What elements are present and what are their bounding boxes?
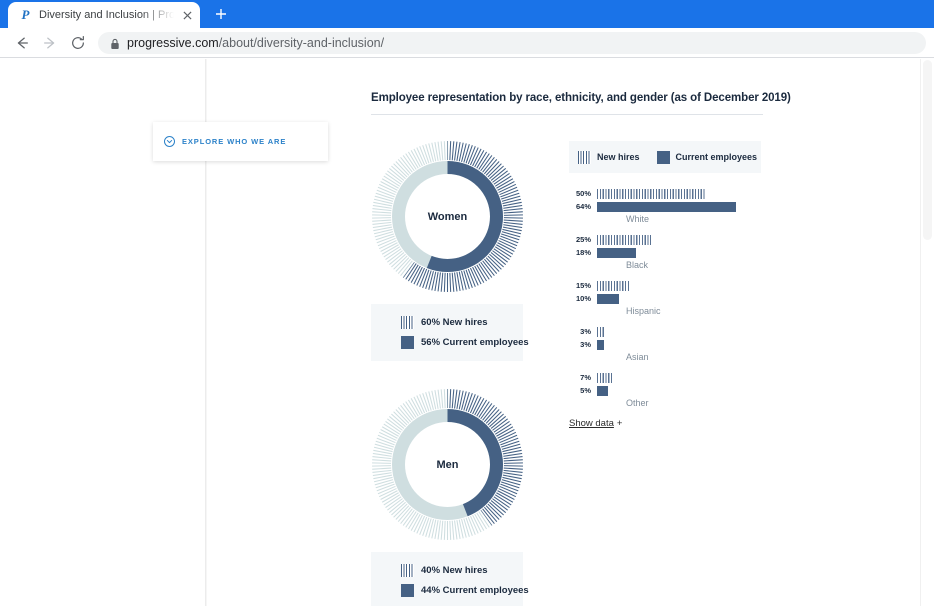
url-domain: progressive.com bbox=[127, 35, 219, 50]
chart-section: Employee representation by race, ethnici… bbox=[371, 92, 791, 606]
donut-column: Women 60% New hires 56% Current employee… bbox=[371, 140, 529, 606]
legend-item-current-employees: Current employees bbox=[656, 150, 758, 164]
browser-tab[interactable]: P Diversity and Inclusion | Progressive bbox=[8, 2, 200, 28]
bar-line: 50% bbox=[569, 188, 764, 199]
close-icon[interactable] bbox=[180, 8, 194, 22]
bar-line: 64% bbox=[569, 201, 764, 212]
donut-legend-women: 60% New hires 56% Current employees bbox=[371, 304, 529, 361]
tab-strip: P Diversity and Inclusion | Progressive bbox=[0, 0, 934, 28]
striped-swatch-icon bbox=[401, 316, 414, 329]
bar-fill-new-hires bbox=[597, 280, 630, 291]
bar-group: 3% 3% Asian bbox=[569, 326, 764, 362]
url-text: progressive.com/about/diversity-and-incl… bbox=[127, 36, 384, 50]
bar-line: 7% bbox=[569, 372, 764, 383]
plus-icon: + bbox=[616, 418, 623, 429]
donut-label-women: Women bbox=[427, 210, 468, 223]
chevron-down-circle-icon bbox=[164, 136, 175, 147]
bar-value-label: 15% bbox=[575, 281, 591, 290]
show-data-link[interactable]: Show data + bbox=[569, 418, 764, 429]
explore-who-we-are-card[interactable]: EXPLORE WHO WE ARE bbox=[153, 122, 328, 161]
donut-label-men: Men bbox=[436, 458, 459, 471]
bar-line: 3% bbox=[569, 326, 764, 337]
page-title: Employee representation by race, ethnici… bbox=[371, 92, 791, 104]
back-arrow-icon[interactable] bbox=[8, 29, 36, 57]
new-tab-button[interactable] bbox=[208, 1, 234, 27]
donut-legend-men: 40% New hires 44% Current employees bbox=[371, 552, 529, 606]
bar-fill-current-employees bbox=[597, 339, 604, 350]
forward-arrow-icon[interactable] bbox=[36, 29, 64, 57]
bar-value-label: 64% bbox=[575, 202, 591, 211]
url-path: /about/diversity-and-inclusion/ bbox=[218, 35, 385, 50]
bar-group: 50% 64% White bbox=[569, 188, 764, 224]
bar-line: 5% bbox=[569, 385, 764, 396]
bar-chart-column: New hires Current employees 50% 64% White 2… bbox=[569, 115, 764, 429]
legend-label-new-hires: New hires bbox=[597, 152, 640, 162]
bar-fill-current-employees bbox=[597, 247, 637, 258]
solid-swatch-icon bbox=[401, 584, 414, 597]
bar-category-label: Black bbox=[626, 260, 649, 270]
bar-line: 25% bbox=[569, 234, 764, 245]
bar-line: 15% bbox=[569, 280, 764, 291]
legend-row-new-hires-women: 60% New hires bbox=[401, 316, 523, 329]
bar-category-label: White bbox=[626, 214, 650, 224]
bar-fill-current-employees bbox=[597, 201, 736, 212]
solid-swatch-icon bbox=[401, 336, 414, 349]
bar-group: 15% 10% Hispanic bbox=[569, 280, 764, 316]
striped-swatch-icon bbox=[578, 150, 591, 164]
progressive-favicon-icon: P bbox=[21, 7, 30, 22]
legend-label-current-employees: Current employees bbox=[675, 152, 758, 162]
bar-value-label: 50% bbox=[575, 189, 591, 198]
legend-item-new-hires: New hires bbox=[578, 150, 640, 164]
donut-chart-men: Men bbox=[371, 388, 524, 541]
striped-swatch-icon bbox=[401, 564, 414, 577]
bar-chart-legend: New hires Current employees bbox=[569, 141, 761, 173]
bar-fill-new-hires bbox=[597, 188, 706, 199]
bar-category-label: Asian bbox=[626, 352, 649, 362]
bar-fill-new-hires bbox=[597, 372, 613, 383]
reload-icon[interactable] bbox=[64, 29, 92, 57]
legend-label: 60% New hires bbox=[421, 317, 488, 328]
scrollbar-thumb[interactable] bbox=[923, 60, 932, 240]
tab-title: Diversity and Inclusion | Progressive bbox=[39, 9, 174, 21]
bar-group: 25% 18% Black bbox=[569, 234, 764, 270]
bar-value-label: 5% bbox=[580, 386, 591, 395]
bar-group: 7% 5% Other bbox=[569, 372, 764, 408]
explore-card-label: EXPLORE WHO WE ARE bbox=[182, 137, 287, 146]
bar-line: 18% bbox=[569, 247, 764, 258]
bar-line: 3% bbox=[569, 339, 764, 350]
bar-value-label: 7% bbox=[580, 373, 591, 382]
legend-row-new-hires-men: 40% New hires bbox=[401, 564, 523, 577]
bar-fill-new-hires bbox=[597, 326, 604, 337]
bar-groups: 50% 64% White 25% 18% Black 15% 10% Hispanic 3% 3%… bbox=[569, 188, 764, 408]
bar-fill-new-hires bbox=[597, 234, 652, 245]
bar-fill-current-employees bbox=[597, 385, 608, 396]
bar-category-label: Other bbox=[626, 398, 649, 408]
bar-value-label: 25% bbox=[575, 235, 591, 244]
show-data-label: Show data bbox=[569, 418, 614, 429]
bar-value-label: 18% bbox=[575, 248, 591, 257]
donut-chart-women: Women bbox=[371, 140, 524, 293]
legend-row-current-men: 44% Current employees bbox=[401, 584, 529, 597]
solid-swatch-icon bbox=[656, 150, 670, 164]
legend-row-current-women: 56% Current employees bbox=[401, 336, 529, 349]
legend-label: 56% Current employees bbox=[421, 337, 529, 348]
legend-label: 40% New hires bbox=[421, 565, 488, 576]
page-viewport: EXPLORE WHO WE ARE Employee representati… bbox=[0, 59, 934, 606]
bar-line: 10% bbox=[569, 293, 764, 304]
bar-value-label: 10% bbox=[575, 294, 591, 303]
page-scrollbar[interactable] bbox=[920, 59, 934, 606]
bar-value-label: 3% bbox=[580, 327, 591, 336]
bar-fill-current-employees bbox=[597, 293, 619, 304]
browser-window: P Diversity and Inclusion | Progressive bbox=[0, 0, 934, 606]
bar-value-label: 3% bbox=[580, 340, 591, 349]
browser-toolbar: progressive.com/about/diversity-and-incl… bbox=[0, 28, 934, 58]
bar-category-label: Hispanic bbox=[626, 306, 661, 316]
legend-label: 44% Current employees bbox=[421, 585, 529, 596]
address-bar[interactable]: progressive.com/about/diversity-and-incl… bbox=[98, 31, 926, 54]
lock-icon bbox=[110, 37, 120, 49]
